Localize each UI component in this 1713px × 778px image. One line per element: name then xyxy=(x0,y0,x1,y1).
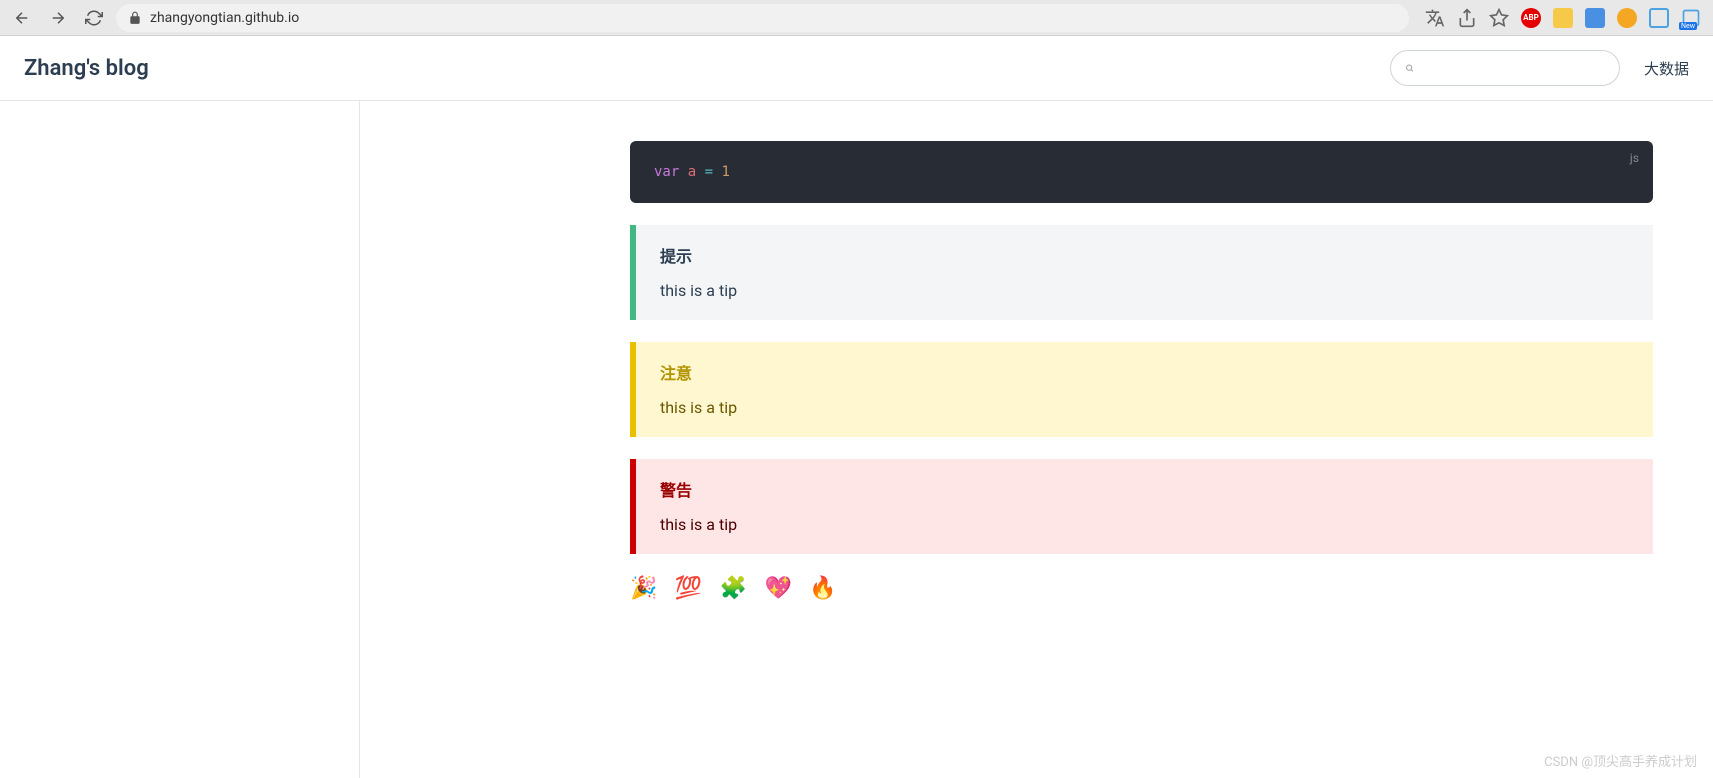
bookmark-star-icon[interactable] xyxy=(1489,8,1509,28)
share-icon[interactable] xyxy=(1457,8,1477,28)
blog-title[interactable]: Zhang's blog xyxy=(24,56,149,81)
danger-block: 警告 this is a tip xyxy=(630,459,1653,554)
nav-link-bigdata[interactable]: 大数据 xyxy=(1644,58,1689,79)
emoji-row: 🎉 💯 🧩 💖 🔥 xyxy=(630,576,1653,601)
search-input[interactable] xyxy=(1424,60,1605,76)
sidebar xyxy=(0,101,360,778)
ext-yellow-icon[interactable] xyxy=(1553,8,1573,28)
url-text: zhangyongtian.github.io xyxy=(150,10,299,26)
ext-orange-icon[interactable] xyxy=(1617,8,1637,28)
token-keyword: var xyxy=(654,164,679,180)
lock-icon xyxy=(128,11,142,25)
browser-bar: zhangyongtian.github.io ABP New xyxy=(0,0,1713,36)
content: js var a = 1 提示 this is a tip 注意 this is… xyxy=(360,101,1713,778)
code-content: var a = 1 xyxy=(654,164,730,180)
tip-body: this is a tip xyxy=(660,281,1629,300)
warning-body: this is a tip xyxy=(660,398,1629,417)
abp-icon[interactable]: ABP xyxy=(1521,8,1541,28)
ext-blue-icon[interactable] xyxy=(1585,8,1605,28)
code-block: js var a = 1 xyxy=(630,141,1653,203)
tip-block: 提示 this is a tip xyxy=(630,225,1653,320)
token-operator: = xyxy=(705,164,713,180)
forward-button[interactable] xyxy=(44,4,72,32)
back-button[interactable] xyxy=(8,4,36,32)
search-icon xyxy=(1405,60,1414,76)
layout: js var a = 1 提示 this is a tip 注意 this is… xyxy=(0,101,1713,778)
arrow-right-icon xyxy=(49,9,67,27)
reload-button[interactable] xyxy=(80,4,108,32)
translate-icon[interactable] xyxy=(1425,8,1445,28)
tip-title: 提示 xyxy=(660,243,1629,267)
address-bar[interactable]: zhangyongtian.github.io xyxy=(116,4,1409,32)
token-number: 1 xyxy=(721,164,729,180)
ext-new-icon[interactable]: New xyxy=(1681,8,1701,28)
danger-title: 警告 xyxy=(660,477,1629,501)
extension-icons: ABP New xyxy=(1425,8,1705,28)
arrow-left-icon xyxy=(13,9,31,27)
token-identifier: a xyxy=(688,164,696,180)
code-lang-label: js xyxy=(1630,151,1639,165)
warning-block: 注意 this is a tip xyxy=(630,342,1653,437)
reload-icon xyxy=(85,9,103,27)
danger-body: this is a tip xyxy=(660,515,1629,534)
warning-title: 注意 xyxy=(660,360,1629,384)
search-box[interactable] xyxy=(1390,50,1620,86)
ext-lightblue-icon[interactable] xyxy=(1649,8,1669,28)
page-header: Zhang's blog 大数据 xyxy=(0,36,1713,101)
